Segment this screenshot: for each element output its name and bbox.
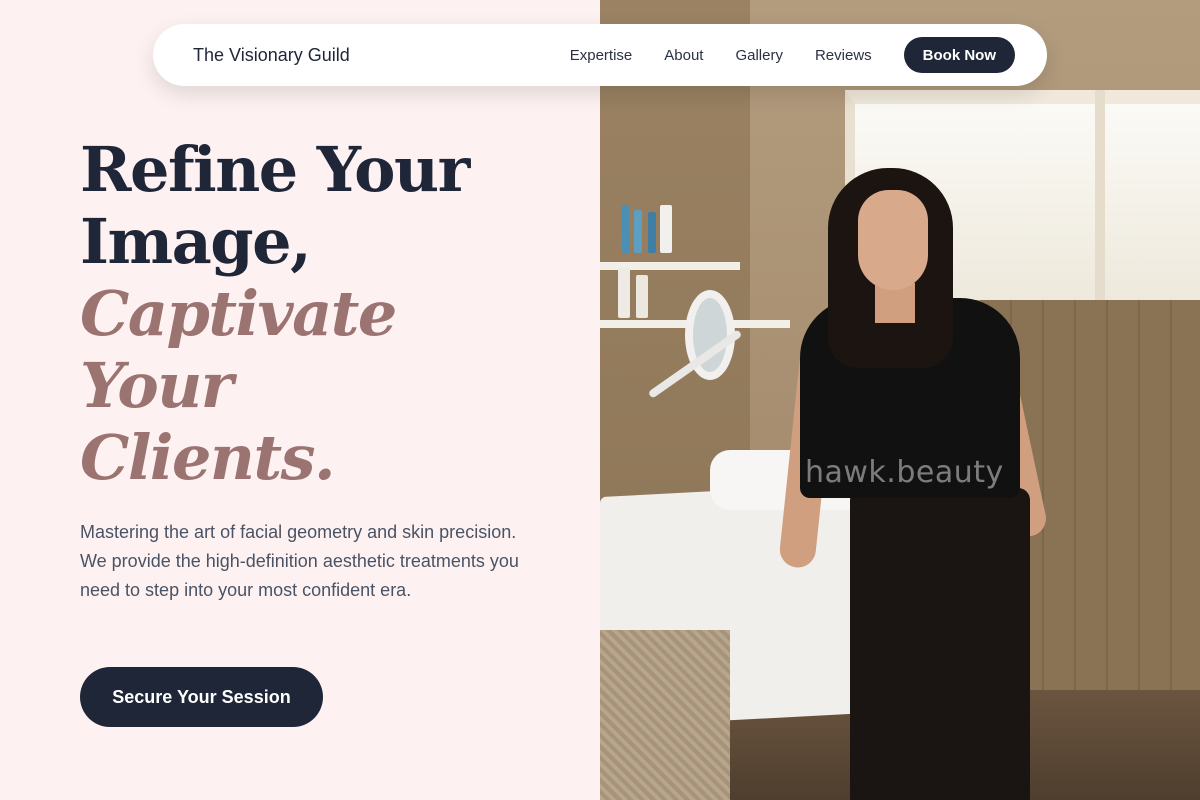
headline-line: Refine Your [80, 133, 470, 206]
photo-bottle [660, 205, 672, 253]
hero-photo: hawk.beauty [600, 0, 1200, 800]
secure-session-button[interactable]: Secure Your Session [80, 667, 323, 727]
person-face [858, 190, 928, 290]
nav-link-expertise[interactable]: Expertise [570, 47, 633, 64]
photo-bottle [618, 268, 630, 318]
person-pants [850, 488, 1030, 800]
nav-link-about[interactable]: About [664, 47, 703, 64]
photo-bottle [648, 212, 656, 253]
photo-blanket [600, 630, 730, 800]
hero-subtext: Mastering the art of facial geometry and… [80, 522, 519, 600]
book-now-button[interactable]: Book Now [903, 37, 1015, 73]
photo-window-divider [1095, 90, 1105, 300]
headline-accent-line: Captivate [80, 277, 397, 350]
headline-accent-line: Clients. [80, 421, 336, 494]
headline-accent-line: Your [80, 349, 233, 422]
photo-watermark: hawk.beauty [805, 455, 1004, 490]
photo-bottle [622, 205, 630, 253]
nav-link-gallery[interactable]: Gallery [735, 47, 783, 64]
hero-headline: Refine Your Image, Captivate Your Client… [80, 134, 580, 494]
photo-bottle [636, 275, 648, 318]
nav-links: Expertise About Gallery Reviews Book Now [570, 37, 1015, 73]
headline-line: Image, [80, 205, 312, 278]
photo-bottle [634, 210, 642, 253]
top-navbar: The Visionary Guild Expertise About Gall… [153, 24, 1047, 86]
nav-link-reviews[interactable]: Reviews [815, 47, 872, 64]
brand-name[interactable]: The Visionary Guild [193, 45, 350, 66]
